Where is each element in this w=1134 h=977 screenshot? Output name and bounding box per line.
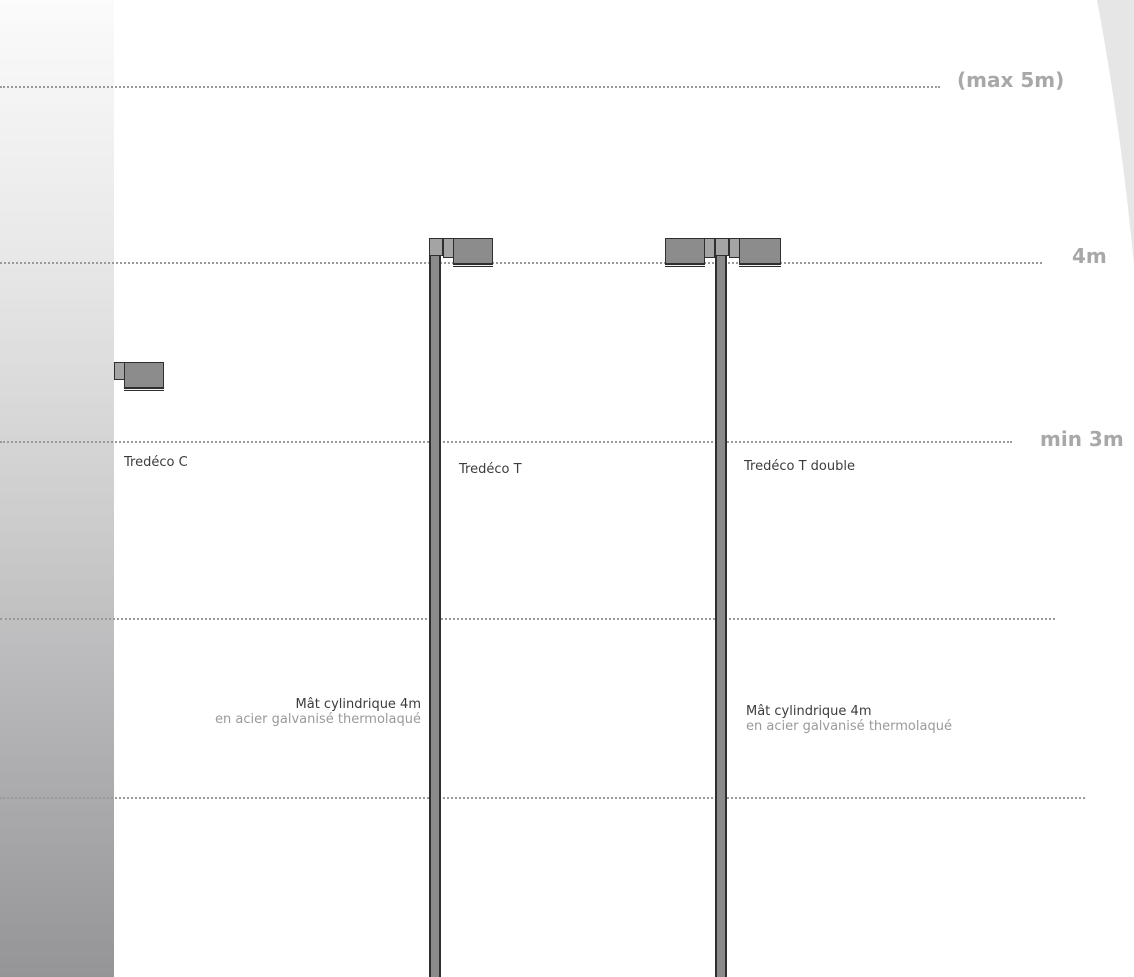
- guide-line-min: [0, 441, 1012, 443]
- guide-line-max: [0, 86, 940, 88]
- mast-subtitle-right: en acier galvanisé thermolaqué: [746, 719, 952, 734]
- mast-title-left: Mât cylindrique 4m: [295, 697, 421, 712]
- tredeco-t-double-head-right: [739, 238, 781, 264]
- tredeco-t-lens: [453, 264, 493, 267]
- product-label-tredeco-t: Tredéco T: [459, 462, 522, 477]
- guide-line-mid: [0, 618, 1055, 620]
- tredeco-t-double-lens-left: [665, 264, 705, 267]
- tredeco-t-double-head-left: [665, 238, 705, 264]
- height-label-max: (max 5m): [957, 68, 1065, 92]
- guide-line-4m: [0, 262, 1042, 264]
- mast-title-right: Mât cylindrique 4m: [746, 704, 872, 719]
- mast-subtitle-left: en acier galvanisé thermolaqué: [215, 712, 421, 727]
- tredeco-c-lens: [124, 388, 164, 391]
- product-label-tredeco-c: Tredéco C: [124, 455, 188, 470]
- mast-caption-right: Mât cylindrique 4m en acier galvanisé th…: [746, 704, 952, 734]
- mast-caption-left: Mât cylindrique 4m en acier galvanisé th…: [215, 697, 421, 727]
- tredeco-t-double-lens-right: [739, 264, 781, 267]
- height-label-4m: 4m: [1072, 244, 1107, 268]
- height-label-min: min 3m: [1040, 427, 1124, 451]
- product-label-tredeco-t-double: Tredéco T double: [744, 459, 855, 474]
- pole-tredeco-t-double: [715, 256, 727, 977]
- background-curve: [1097, 0, 1134, 265]
- tredeco-c-head: [124, 362, 164, 388]
- tredeco-t-head: [453, 238, 493, 264]
- guide-line-low: [0, 797, 1085, 799]
- tredeco-t-double-top-cap: [715, 238, 729, 256]
- tredeco-t-top-cap: [429, 238, 443, 256]
- pole-tredeco-t: [429, 256, 441, 977]
